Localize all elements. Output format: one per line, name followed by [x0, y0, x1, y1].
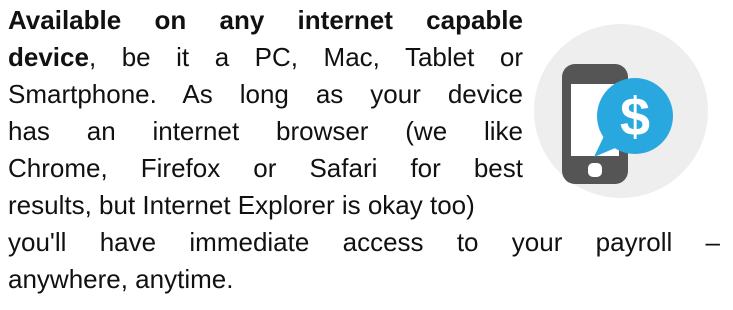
- text-line-2: device, be it a PC, Mac, Tablet or: [8, 39, 523, 76]
- phone-with-dollar-bubble-icon: $: [562, 64, 673, 184]
- paragraph-top: Available on any internet capable device…: [8, 2, 523, 224]
- text-line-3: Smartphone. As long as your device: [8, 79, 523, 109]
- text-line-5: Chrome, Firefox or Safari for best: [8, 153, 523, 183]
- paragraph-bottom: you'll have immediate access to your pay…: [8, 224, 720, 298]
- text-line-6: results, but Internet Explorer is okay t…: [8, 190, 475, 220]
- dollar-sign-icon: $: [620, 87, 650, 147]
- headline-bold-device: device: [8, 42, 89, 72]
- text-line-1: Available on any internet capable: [8, 2, 523, 39]
- text-line-2-rest: , be it a PC, Mac, Tablet or: [88, 42, 523, 72]
- phone-home-button-icon: [588, 163, 602, 177]
- headline-bold: Available on any internet capable: [8, 5, 523, 35]
- text-line-7: you'll have immediate access to your pay…: [8, 227, 720, 257]
- text-line-8: anywhere, anytime.: [8, 264, 234, 294]
- text-line-4: has an internet browser (we like: [8, 116, 523, 146]
- smartphone-dollar-icon: $: [534, 24, 708, 198]
